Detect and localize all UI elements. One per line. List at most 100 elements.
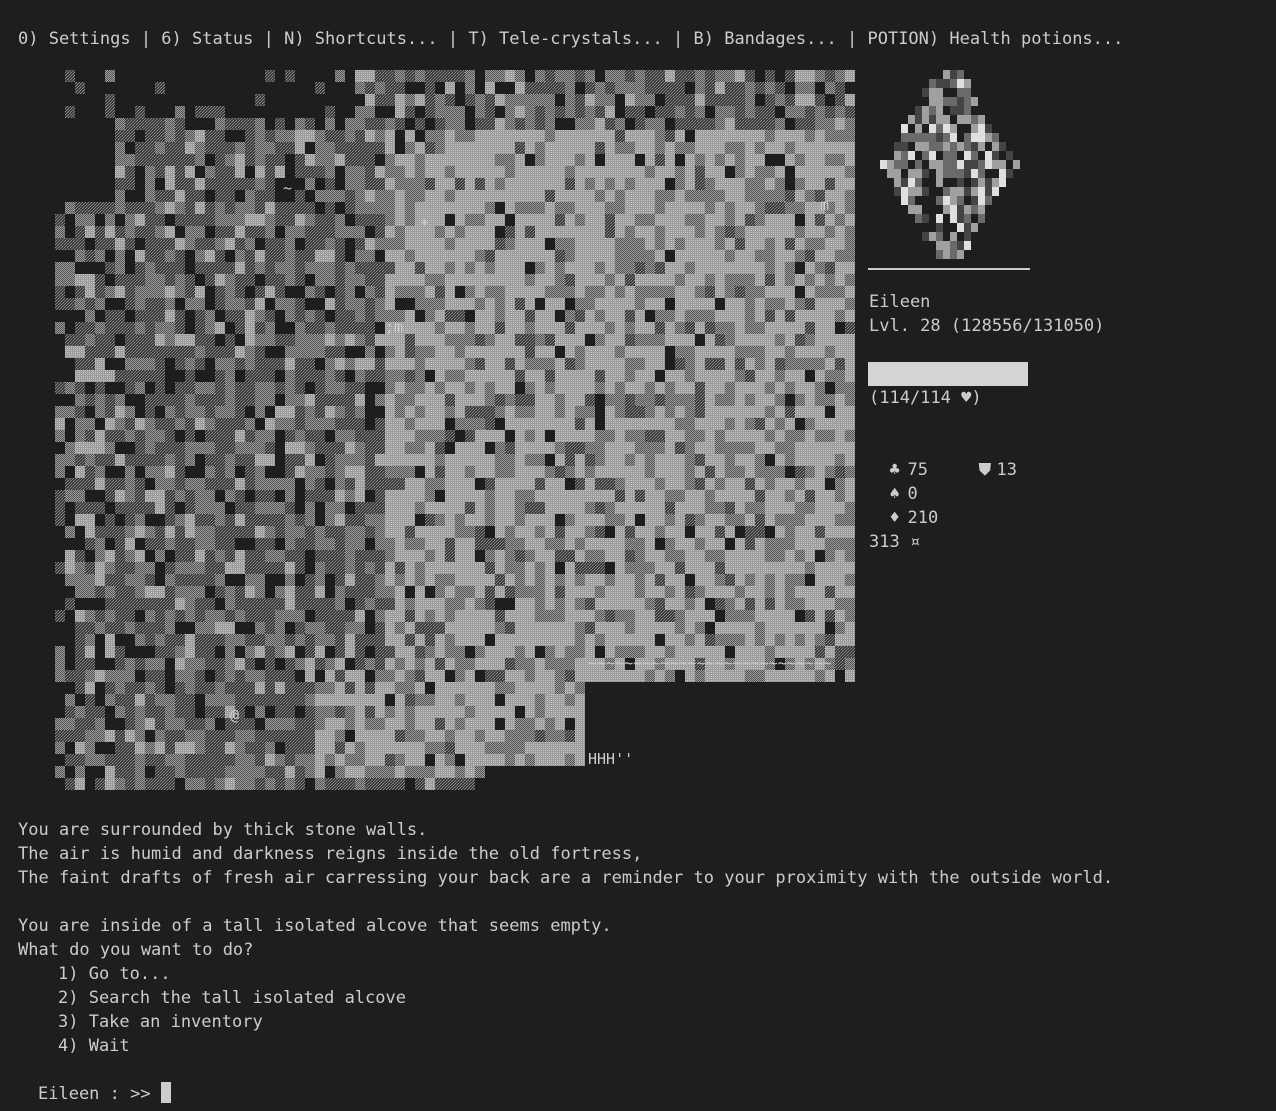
map-tile	[475, 490, 485, 502]
map-tile	[365, 562, 375, 574]
map-tile	[515, 550, 525, 562]
map-tile	[605, 490, 615, 502]
map-tile	[155, 130, 165, 142]
map-tile	[665, 286, 675, 298]
map-tile	[225, 658, 235, 670]
map-tile	[465, 370, 475, 382]
map-tile	[325, 226, 335, 238]
map-tile	[755, 538, 765, 550]
portrait-pixel	[936, 88, 943, 97]
map-tile	[285, 562, 295, 574]
map-tile	[675, 502, 685, 514]
map-tile	[755, 286, 765, 298]
map-tile	[75, 502, 85, 514]
map-tile	[465, 658, 475, 670]
map-tile	[265, 658, 275, 670]
map-tile	[195, 154, 205, 166]
map-tile	[105, 526, 115, 538]
map-tile	[525, 394, 535, 406]
map-tile	[255, 406, 265, 418]
map-tile	[575, 382, 585, 394]
map-tile	[265, 646, 275, 658]
map-tile	[455, 274, 465, 286]
map-tile	[415, 322, 425, 334]
menu-bar[interactable]: 0) Settings | 6) Status | N) Shortcuts..…	[18, 27, 1123, 51]
map-tile	[525, 598, 535, 610]
map-tile	[555, 706, 565, 718]
map-tile	[575, 562, 585, 574]
map-tile	[765, 370, 775, 382]
map-tile	[255, 622, 265, 634]
map-tile	[615, 214, 625, 226]
map-tile	[355, 478, 365, 490]
map-tile	[275, 154, 285, 166]
map-tile	[85, 622, 95, 634]
map-tile	[645, 142, 655, 154]
map-tile	[245, 526, 255, 538]
portrait-pixel	[915, 115, 922, 124]
map-tile	[725, 82, 735, 94]
map-tile	[305, 154, 315, 166]
map-tile	[245, 154, 255, 166]
map-tile	[485, 298, 495, 310]
map-tile	[845, 286, 855, 298]
map-tile	[285, 490, 295, 502]
map-tile	[755, 430, 765, 442]
map-tile	[145, 142, 155, 154]
map-tile	[615, 226, 625, 238]
map-tile	[705, 394, 715, 406]
map-tile	[295, 514, 305, 526]
map-tile	[475, 754, 485, 766]
map-tile	[725, 94, 735, 106]
option-wait[interactable]: 4) Wait	[58, 1034, 130, 1058]
map-tile	[455, 646, 465, 658]
map-tile	[745, 286, 755, 298]
map-tile	[525, 634, 535, 646]
map-tile	[645, 238, 655, 250]
map-tile	[215, 370, 225, 382]
map-tile	[385, 682, 395, 694]
map-tile	[245, 754, 255, 766]
map-tile	[205, 754, 215, 766]
map-tile	[445, 550, 455, 562]
map-tile	[715, 286, 725, 298]
map-tile	[415, 718, 425, 730]
map-tile	[695, 118, 705, 130]
map-tile	[115, 274, 125, 286]
map-tile	[165, 430, 175, 442]
map-tile	[765, 574, 775, 586]
map-tile	[565, 370, 575, 382]
map-tile	[485, 694, 495, 706]
option-inventory[interactable]: 3) Take an inventory	[58, 1010, 263, 1034]
map-tile	[525, 574, 535, 586]
map-tile	[75, 442, 85, 454]
map-tile	[785, 226, 795, 238]
option-search-alcove[interactable]: 2) Search the tall isolated alcove	[58, 986, 406, 1010]
map-tile	[385, 190, 395, 202]
map-tile	[435, 718, 445, 730]
map-tile	[625, 346, 635, 358]
map-tile	[225, 622, 235, 634]
map-tile	[735, 346, 745, 358]
map-tile	[715, 634, 725, 646]
map-tile	[115, 190, 125, 202]
command-prompt[interactable]: Eileen : >>	[38, 1082, 171, 1106]
map-tile	[465, 538, 475, 550]
map-tile	[465, 190, 475, 202]
map-tile	[435, 202, 445, 214]
map-tile	[95, 466, 105, 478]
map-tile	[275, 358, 285, 370]
map-tile	[475, 262, 485, 274]
map-tile	[115, 538, 125, 550]
map-tile	[445, 586, 455, 598]
map-tile	[405, 514, 415, 526]
map-tile	[115, 478, 125, 490]
map-tile	[595, 118, 605, 130]
map-tile	[235, 442, 245, 454]
portrait-pixel	[978, 115, 985, 124]
map-tile	[315, 370, 325, 382]
map-tile	[565, 670, 575, 682]
map-tile	[805, 226, 815, 238]
option-go-to[interactable]: 1) Go to...	[58, 962, 171, 986]
map-tile	[585, 166, 595, 178]
